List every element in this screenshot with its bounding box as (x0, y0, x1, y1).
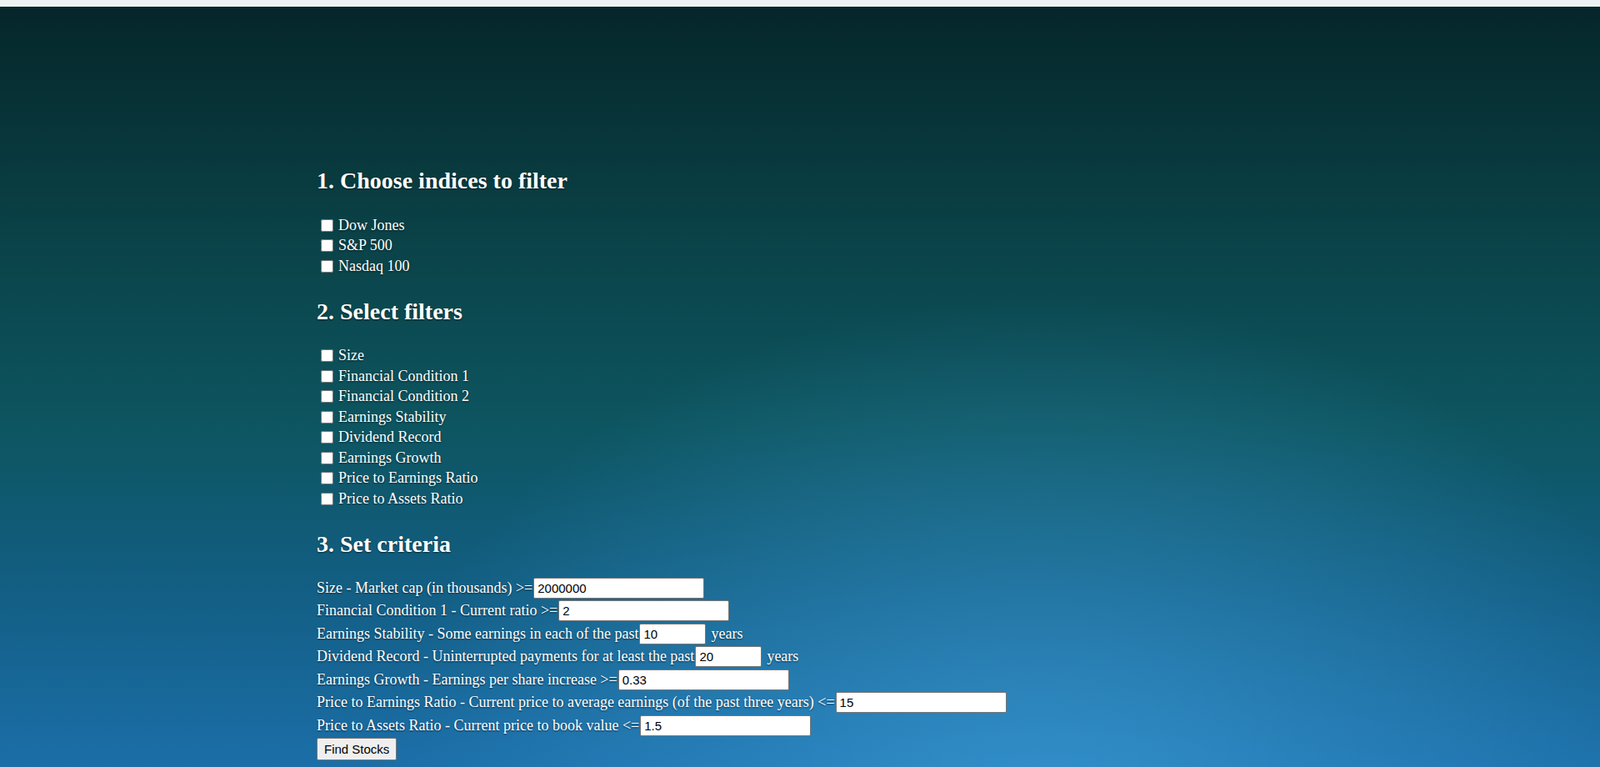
filter-label: Earnings Stability (338, 408, 447, 426)
criteria-row: Earnings Growth - Earnings per share inc… (316, 668, 1600, 692)
filter-label: Financial Condition 1 (338, 367, 470, 385)
index-checkbox[interactable] (320, 239, 334, 252)
filter-option[interactable]: Price to Assets Ratio (316, 488, 1600, 510)
criteria-suffix: years (710, 625, 743, 643)
filter-label: Size (338, 346, 365, 365)
filter-checkbox[interactable] (320, 451, 334, 465)
filter-label: Financial Condition 2 (338, 387, 470, 405)
index-checkbox[interactable] (320, 219, 334, 232)
filter-checkbox[interactable] (320, 471, 334, 485)
criteria-field[interactable] (640, 715, 811, 736)
filter-checkbox[interactable] (320, 349, 334, 362)
find-stocks-button[interactable]: Find Stocks (316, 737, 397, 760)
filter-label: Dividend Record (338, 428, 441, 446)
filter-label: Price to Earnings Ratio (338, 469, 478, 487)
criteria-label: Price to Earnings Ratio - Current price … (316, 693, 835, 711)
indices-heading: 1. Choose indices to filter (316, 167, 1600, 195)
criteria-label: Earnings Stability - Some earnings in ea… (316, 625, 639, 643)
filter-checkbox[interactable] (320, 430, 334, 444)
criteria-row: Price to Earnings Ratio - Current price … (316, 690, 1600, 715)
index-checkbox[interactable] (320, 260, 334, 273)
filter-option[interactable]: Size (316, 345, 1600, 367)
criteria-label: Size - Market cap (in thousands) >= (316, 579, 533, 597)
index-label: Nasdaq 100 (338, 257, 410, 275)
index-option[interactable]: Dow Jones (316, 215, 1600, 236)
criteria-list: Size - Market cap (in thousands) >= Finan… (316, 576, 1600, 738)
filters-heading: 2. Select filters (316, 298, 1600, 325)
filter-checkbox[interactable] (320, 410, 334, 424)
index-option[interactable]: Nasdaq 100 (316, 255, 1600, 277)
filter-option[interactable]: Price to Earnings Ratio (316, 468, 1600, 490)
criteria-label: Financial Condition 1 - Current ratio >= (316, 601, 558, 620)
filter-label: Price to Assets Ratio (338, 490, 464, 508)
criteria-label: Earnings Growth - Earnings per share inc… (316, 670, 618, 689)
criteria-label: Price to Assets Ratio - Current price to… (316, 716, 640, 735)
page: 1. Choose indices to filter Dow JonesS&P … (0, 0, 1600, 767)
filter-option[interactable]: Financial Condition 1 (316, 365, 1600, 387)
criteria-row: Financial Condition 1 - Current ratio >= (316, 599, 1600, 623)
criteria-row: Dividend Record - Uninterrupted payments… (316, 645, 1600, 669)
criteria-heading: 3. Set criteria (316, 530, 1600, 558)
criteria-field[interactable] (835, 691, 1007, 713)
filter-checkbox[interactable] (320, 390, 334, 403)
filter-option[interactable]: Earnings Stability (316, 406, 1600, 428)
index-list: Dow JonesS&P 500 Nasdaq 100 (316, 215, 1600, 277)
filter-checkbox[interactable] (320, 492, 334, 505)
filter-option[interactable]: Dividend Record (316, 427, 1600, 449)
filter-option[interactable]: Earnings Growth (316, 447, 1600, 469)
criteria-row: Price to Assets Ratio - Current price to… (316, 714, 1600, 738)
index-option[interactable]: S&P 500 (316, 235, 1600, 257)
filter-list: Size Financial Condition 1 Financial Condi… (316, 345, 1600, 510)
criteria-field[interactable] (533, 577, 705, 599)
stock-filter-form: 1. Choose indices to filter Dow JonesS&P … (0, 6, 1600, 760)
criteria-suffix: years (766, 647, 799, 665)
filter-checkbox[interactable] (320, 370, 334, 383)
criteria-row: Size - Market cap (in thousands) >= (316, 576, 1600, 600)
criteria-field[interactable] (618, 669, 790, 690)
filter-option[interactable]: Financial Condition 2 (316, 386, 1600, 408)
criteria-row: Earnings Stability - Some earnings in ea… (316, 622, 1600, 646)
index-label: Dow Jones (338, 216, 405, 235)
criteria-field[interactable] (695, 645, 762, 667)
criteria-field[interactable] (558, 600, 730, 621)
criteria-label: Dividend Record - Uninterrupted payments… (316, 647, 695, 665)
index-label: S&P 500 (338, 236, 393, 255)
criteria-field[interactable] (639, 623, 706, 645)
filter-label: Earnings Growth (338, 449, 441, 467)
